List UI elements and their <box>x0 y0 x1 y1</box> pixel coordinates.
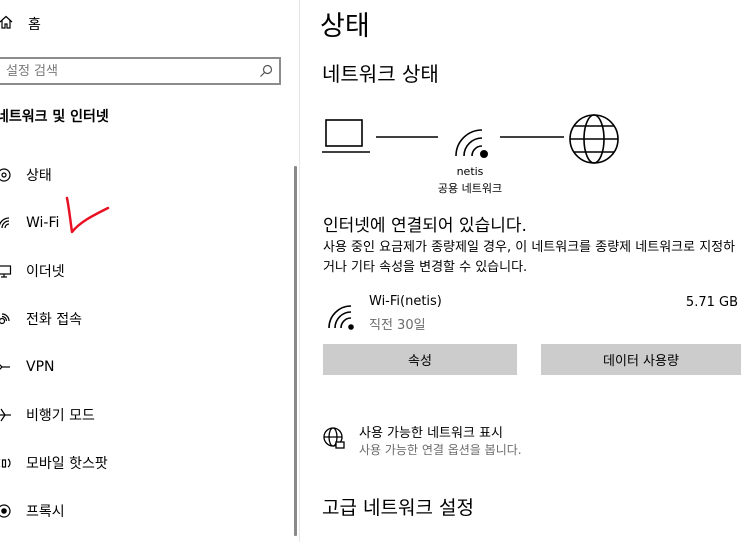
home-link[interactable]: 홈 <box>0 12 41 36</box>
sidebar-item-label: 이더넷 <box>26 264 65 280</box>
connection-name: Wi-Fi(netis) <box>369 294 442 309</box>
nav-section-title: 네트워크 및 인터넷 <box>0 109 109 125</box>
page-title: 상태 <box>320 11 370 42</box>
settings-search-box[interactable] <box>0 57 281 85</box>
network-name: netis <box>456 165 484 178</box>
sidebar-item-label: Wi-Fi <box>26 215 60 231</box>
proxy-icon <box>0 503 12 519</box>
ethernet-icon <box>0 263 12 279</box>
sidebar-item-dialup[interactable]: 전화 접속 <box>0 304 290 334</box>
sidebar-item-label: 전화 접속 <box>26 312 82 328</box>
laptop-icon <box>322 119 370 153</box>
globe-icon <box>569 114 619 164</box>
sidebar-item-label: 상태 <box>26 168 52 184</box>
airplane-icon <box>0 407 12 423</box>
nav-scrollbar[interactable] <box>294 166 297 536</box>
sidebar-item-label: 비행기 모드 <box>26 408 95 424</box>
vpn-icon <box>0 359 12 375</box>
advanced-settings-heading: 고급 네트워크 설정 <box>322 497 474 519</box>
home-label: 홈 <box>28 17 41 33</box>
sidebar-item-vpn[interactable]: VPN <box>0 352 290 382</box>
connection-status-desc: 사용 중인 요금제가 종량제일 경우, 이 네트워크를 종량제 네트워크로 지정… <box>323 240 736 275</box>
sidebar-item-proxy[interactable]: 프록시 <box>0 496 290 526</box>
pane-divider <box>299 0 300 542</box>
network-status-heading: 네트워크 상태 <box>322 62 439 86</box>
connection-row: Wi-Fi(netis) 직전 30일 5.71 GB <box>323 292 750 336</box>
home-icon <box>0 14 14 34</box>
hotspot-icon <box>0 455 12 471</box>
data-usage-button[interactable]: 데이터 사용량 <box>541 344 741 375</box>
connection-status-title: 인터넷에 연결되어 있습니다. <box>323 216 527 236</box>
status-icon <box>0 167 12 183</box>
show-networks-title: 사용 가능한 네트워크 표시 <box>359 426 503 441</box>
wifi-icon <box>328 305 354 330</box>
settings-search-input[interactable] <box>6 61 246 81</box>
settings-nav-pane: 홈 네트워크 및 인터넷 상태 Wi- <box>0 0 299 542</box>
connection-period: 직전 30일 <box>369 318 426 333</box>
data-usage-value: 5.71 GB <box>685 295 738 310</box>
wifi-signal-icon <box>455 129 489 158</box>
sidebar-item-status[interactable]: 상태 <box>0 160 290 190</box>
show-networks-desc: 사용 가능한 연결 옵션을 봅니다. <box>359 443 522 457</box>
sidebar-item-hotspot[interactable]: 모바일 핫스팟 <box>0 448 290 478</box>
sidebar-item-label: VPN <box>26 359 55 375</box>
sidebar-item-label: 모바일 핫스팟 <box>26 456 108 472</box>
annotation-checkmark <box>65 196 110 234</box>
search-icon[interactable] <box>259 64 273 78</box>
show-available-networks[interactable]: 사용 가능한 네트워크 표시 사용 가능한 연결 옵션을 봅니다. <box>322 422 742 462</box>
network-type: 공용 네트워크 <box>437 182 503 195</box>
properties-button[interactable]: 속성 <box>323 344 517 375</box>
sidebar-item-airplane[interactable]: 비행기 모드 <box>0 400 290 430</box>
sidebar-item-ethernet[interactable]: 이더넷 <box>0 256 290 286</box>
wifi-icon <box>0 215 12 231</box>
sidebar-item-label: 프록시 <box>26 504 65 520</box>
dialup-icon <box>0 311 12 327</box>
globe-network-icon <box>323 427 345 449</box>
sidebar-item-wifi[interactable]: Wi-Fi <box>0 208 290 238</box>
